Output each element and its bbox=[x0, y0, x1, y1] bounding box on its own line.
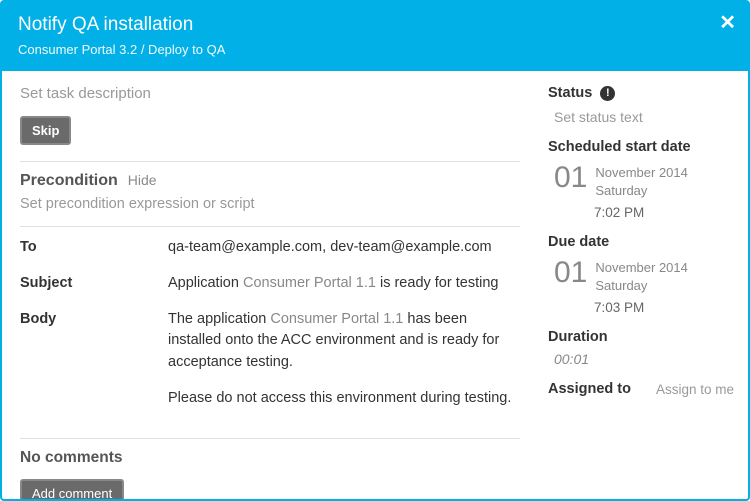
status-text-input[interactable]: Set status text bbox=[554, 109, 734, 125]
start-date-meta: November 2014 Saturday bbox=[595, 163, 688, 199]
scheduled-start-section: Scheduled start date 01 November 2014 Sa… bbox=[548, 139, 734, 220]
divider bbox=[20, 438, 520, 439]
due-date-section: Due date 01 November 2014 Saturday 7:03 … bbox=[548, 234, 734, 315]
subject-app-name: Consumer Portal 1.1 bbox=[243, 275, 376, 291]
body-value[interactable]: The application Consumer Portal 1.1 has … bbox=[168, 309, 520, 424]
hide-link[interactable]: Hide bbox=[128, 172, 157, 188]
due-time[interactable]: 7:03 PM bbox=[594, 300, 734, 315]
scheduled-start-label: Scheduled start date bbox=[548, 139, 734, 155]
start-weekday: Saturday bbox=[595, 182, 688, 200]
body-app-name: Consumer Portal 1.1 bbox=[270, 311, 403, 327]
add-comment-button[interactable]: Add comment bbox=[20, 479, 124, 500]
duration-label: Duration bbox=[548, 329, 734, 345]
close-icon[interactable]: ✕ bbox=[719, 10, 736, 35]
info-icon[interactable]: ! bbox=[600, 86, 615, 101]
start-month-year: November 2014 bbox=[595, 164, 688, 182]
subject-suffix: is ready for testing bbox=[376, 275, 499, 291]
assigned-to-section: Assigned to Assign to me bbox=[548, 381, 734, 397]
due-month-year: November 2014 bbox=[595, 259, 688, 277]
due-date-label: Due date bbox=[548, 234, 734, 250]
duration-section: Duration 00:01 bbox=[548, 329, 734, 367]
to-field-row: To qa-team@example.com, dev-team@example… bbox=[20, 237, 520, 259]
divider bbox=[20, 161, 520, 162]
task-description-input[interactable]: Set task description bbox=[20, 85, 520, 102]
precondition-input[interactable]: Set precondition expression or script bbox=[20, 196, 520, 212]
dialog-title: Notify QA installation bbox=[18, 14, 732, 36]
body-paragraph-1: The application Consumer Portal 1.1 has … bbox=[168, 309, 520, 374]
divider bbox=[20, 226, 520, 227]
status-section: Status ! Set status text bbox=[548, 85, 734, 125]
precondition-title: Precondition bbox=[20, 172, 118, 190]
breadcrumb[interactable]: Consumer Portal 3.2 / Deploy to QA bbox=[18, 42, 732, 57]
dialog-header: Notify QA installation Consumer Portal 3… bbox=[2, 2, 748, 71]
body-paragraph-2: Please do not access this environment du… bbox=[168, 388, 520, 410]
duration-value: 00:01 bbox=[554, 351, 734, 367]
skip-button[interactable]: Skip bbox=[20, 116, 71, 145]
subject-value[interactable]: Application Consumer Portal 1.1 is ready… bbox=[168, 273, 520, 295]
scheduled-start-date[interactable]: 01 November 2014 Saturday bbox=[554, 163, 734, 199]
main-panel: Set task description Skip Precondition H… bbox=[2, 71, 538, 499]
comments-title: No comments bbox=[20, 449, 520, 467]
body-p1-prefix: The application bbox=[168, 311, 270, 327]
sidebar-panel: Status ! Set status text Scheduled start… bbox=[538, 71, 748, 499]
body-label: Body bbox=[20, 309, 168, 424]
start-day: 01 bbox=[554, 163, 587, 193]
dialog-content: Set task description Skip Precondition H… bbox=[2, 71, 748, 499]
subject-field-row: Subject Application Consumer Portal 1.1 … bbox=[20, 273, 520, 295]
body-field-row: Body The application Consumer Portal 1.1… bbox=[20, 309, 520, 424]
subject-prefix: Application bbox=[168, 275, 243, 291]
status-label: Status bbox=[548, 85, 592, 101]
to-label: To bbox=[20, 237, 168, 259]
due-date[interactable]: 01 November 2014 Saturday bbox=[554, 258, 734, 294]
due-date-meta: November 2014 Saturday bbox=[595, 258, 688, 294]
precondition-header: Precondition Hide bbox=[20, 172, 520, 190]
assigned-to-label: Assigned to bbox=[548, 381, 631, 397]
to-value[interactable]: qa-team@example.com, dev-team@example.co… bbox=[168, 237, 520, 259]
subject-label: Subject bbox=[20, 273, 168, 295]
assign-to-me-link[interactable]: Assign to me bbox=[656, 382, 734, 397]
due-weekday: Saturday bbox=[595, 277, 688, 295]
due-day: 01 bbox=[554, 258, 587, 288]
start-time[interactable]: 7:02 PM bbox=[594, 205, 734, 220]
